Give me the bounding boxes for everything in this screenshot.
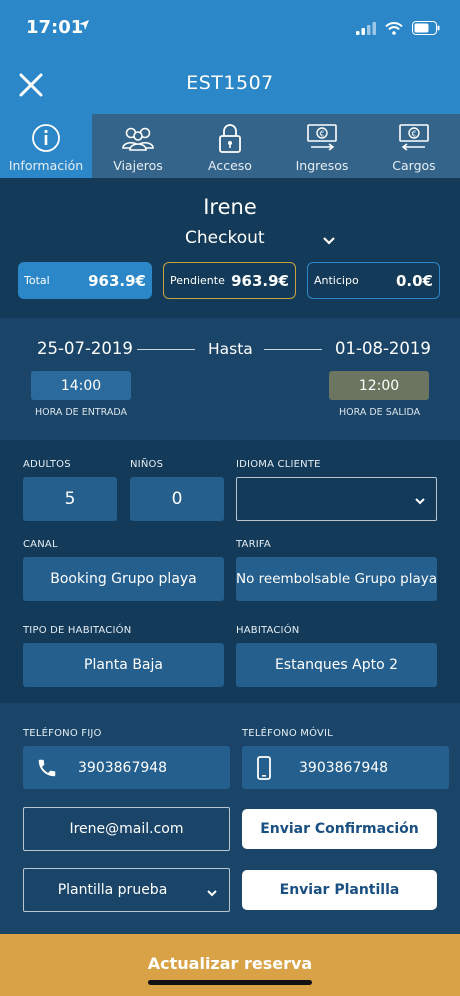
pending-value: 963.9€ — [231, 271, 289, 290]
adults-input[interactable]: 5 — [23, 477, 117, 521]
lock-icon — [219, 124, 241, 153]
channel-label: CANAL — [23, 539, 58, 550]
checkout-time[interactable]: 12:00 — [329, 371, 429, 400]
adults-label: ADULTOS — [23, 459, 71, 470]
total-label: Total — [24, 274, 50, 287]
money-in-icon: € — [307, 124, 337, 151]
app-header: EST1507 — [0, 56, 460, 114]
template-value: Plantilla prueba — [57, 882, 168, 898]
battery-icon — [412, 20, 440, 39]
update-reservation-label: Actualizar reserva — [147, 954, 313, 973]
status-bar: 17:01 — [0, 0, 460, 56]
location-arrow-icon — [78, 19, 90, 35]
channel-input[interactable]: Booking Grupo playa — [23, 557, 224, 601]
landline-input[interactable]: 3903867948 — [23, 746, 230, 789]
tab-label: Viajeros — [113, 158, 163, 173]
divider-line — [137, 349, 195, 350]
mobile-input[interactable]: 3903867948 — [242, 746, 449, 789]
hasta-label: Hasta — [208, 340, 253, 358]
reservation-code: EST1507 — [186, 72, 274, 94]
chevron-down-icon — [206, 886, 218, 902]
tab-label: Ingresos — [295, 158, 349, 173]
tab-viajeros[interactable]: Viajeros — [92, 114, 184, 178]
money-out-icon: € — [399, 124, 429, 151]
mobile-value: 3903867948 — [299, 759, 389, 776]
status-time: 17:01 — [26, 17, 84, 38]
advance-value: 0.0€ — [395, 271, 433, 290]
people-icon — [122, 127, 154, 151]
tab-label: Acceso — [208, 158, 252, 173]
send-template-button[interactable]: Enviar Plantilla — [242, 870, 437, 910]
advance-label: Anticipo — [314, 274, 359, 287]
rate-input[interactable]: No reembolsable Grupo playa — [236, 557, 437, 601]
pending-label: Pendiente — [170, 274, 225, 287]
mobile-label: TELÉFONO MÓVIL — [242, 728, 333, 739]
divider-line — [264, 349, 322, 350]
tab-informacion[interactable]: Información — [0, 114, 92, 178]
checkin-time[interactable]: 14:00 — [31, 371, 131, 400]
total-value: 963.9€ — [88, 271, 146, 290]
checkin-date[interactable]: 25-07-2019 — [37, 339, 133, 358]
room-label: HABITACIÓN — [236, 625, 300, 636]
phone-icon — [36, 757, 58, 779]
room-type-input[interactable]: Planta Baja — [23, 643, 224, 687]
tab-label: Cargos — [392, 158, 436, 173]
landline-label: TELÉFONO FIJO — [23, 728, 102, 739]
chevron-down-icon — [414, 494, 426, 510]
landline-value: 3903867948 — [78, 759, 168, 776]
guest-name: Irene — [203, 195, 257, 219]
checkin-caption: HORA DE ENTRADA — [35, 407, 127, 418]
home-indicator — [148, 980, 312, 985]
update-reservation-button[interactable]: Actualizar reserva — [0, 934, 460, 996]
advance-badge: Anticipo 0.0€ — [307, 262, 440, 299]
rate-label: TARIFA — [236, 539, 271, 550]
chevron-down-icon[interactable] — [322, 231, 336, 250]
tab-ingresos[interactable]: € Ingresos — [276, 114, 368, 178]
tab-acceso[interactable]: Acceso — [184, 114, 276, 178]
status-select[interactable]: Checkout — [185, 228, 265, 248]
tab-label: Información — [8, 158, 84, 173]
tab-cargos[interactable]: € Cargos — [368, 114, 460, 178]
checkout-caption: HORA DE SALIDA — [339, 407, 421, 418]
checkout-date[interactable]: 01-08-2019 — [335, 339, 431, 358]
svg-text:€: € — [319, 130, 324, 139]
svg-text:€: € — [411, 130, 416, 139]
email-input[interactable]: Irene@mail.com — [23, 807, 230, 851]
language-select[interactable] — [236, 477, 437, 521]
room-input[interactable]: Estanques Apto 2 — [236, 643, 437, 687]
mobile-phone-icon — [257, 755, 271, 780]
signal-icon — [356, 20, 376, 39]
wifi-icon — [385, 20, 403, 39]
send-confirmation-button[interactable]: Enviar Confirmación — [242, 809, 437, 849]
total-badge: Total 963.9€ — [18, 262, 152, 299]
pending-badge: Pendiente 963.9€ — [163, 262, 296, 299]
children-label: NIÑOS — [130, 459, 164, 470]
children-input[interactable]: 0 — [130, 477, 224, 521]
room-type-label: TIPO DE HABITACIÓN — [23, 625, 132, 636]
tab-bar: Información Viajeros Acceso € Ingresos €… — [0, 114, 460, 178]
template-select[interactable]: Plantilla prueba — [23, 868, 230, 912]
info-icon — [32, 124, 60, 152]
language-label: IDIOMA CLIENTE — [236, 459, 321, 470]
